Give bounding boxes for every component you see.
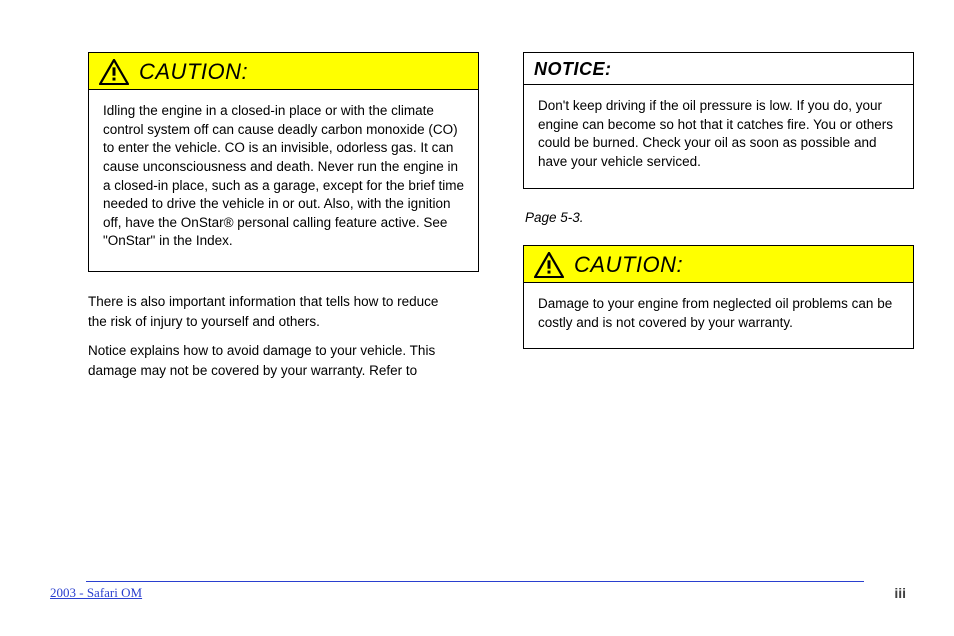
caution-left-text: Idling the engine in a closed-in place o… <box>103 103 464 248</box>
warning-triangle-icon <box>534 252 564 278</box>
caution-box-left: CAUTION: Idling the engine in a closed-i… <box>88 52 479 272</box>
footer-document-link[interactable]: 2003 - Safari OM <box>50 585 142 601</box>
prose-paragraph-1: There is also important information that… <box>88 292 458 331</box>
caution-title-left: CAUTION: <box>139 59 248 85</box>
page-number: iii <box>894 585 906 601</box>
footer-rule <box>86 581 864 582</box>
prose-paragraph-2: Notice explains how to avoid damage to y… <box>88 341 458 380</box>
caution-box-right: CAUTION: Damage to your engine from negl… <box>523 245 914 349</box>
caution-header-right: CAUTION: <box>524 246 913 283</box>
caution-body-right: Damage to your engine from neglected oil… <box>524 283 913 348</box>
notice-body: Don't keep driving if the oil pressure i… <box>524 85 913 188</box>
warning-triangle-icon <box>99 59 129 85</box>
caution-header-left: CAUTION: <box>89 53 478 90</box>
notice-box: NOTICE: Don't keep driving if the oil pr… <box>523 52 914 189</box>
notice-header: NOTICE: <box>524 53 913 85</box>
page-reference: Page 5-3. <box>523 209 914 228</box>
notice-title: NOTICE: <box>534 59 612 80</box>
caution-body-left: Idling the engine in a closed-in place o… <box>89 90 478 271</box>
caution-title-right: CAUTION: <box>574 252 683 278</box>
